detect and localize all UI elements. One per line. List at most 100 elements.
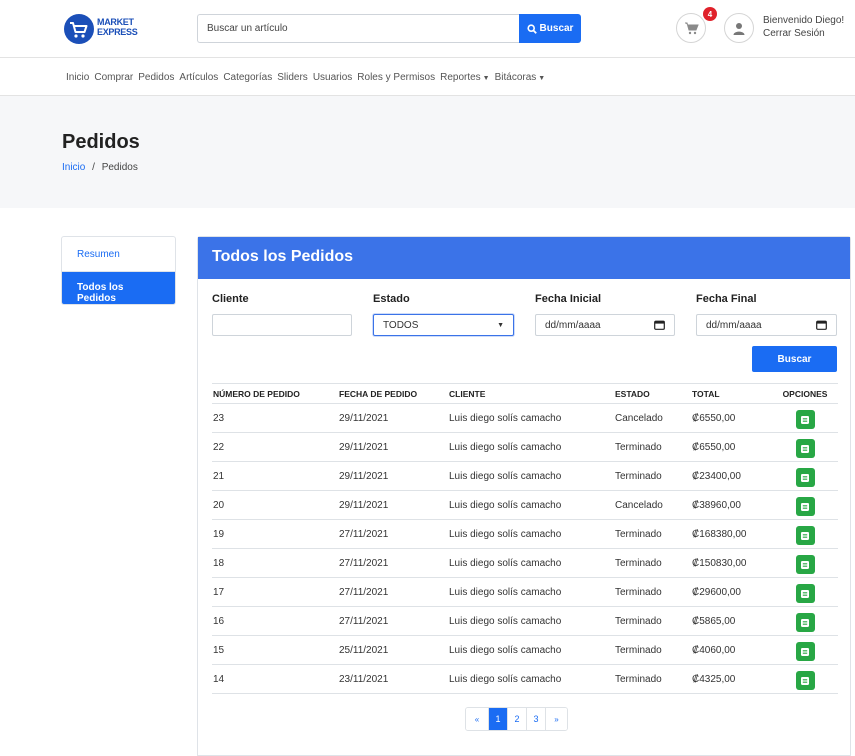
- avatar[interactable]: [724, 13, 754, 43]
- pagination-page-2[interactable]: 2: [507, 708, 526, 730]
- fecha-inicial-placeholder: dd/mm/aaaa: [545, 319, 601, 331]
- order-options: [771, 519, 838, 549]
- order-status: Terminado: [614, 548, 691, 578]
- order-date: 27/11/2021: [338, 548, 448, 578]
- order-date: 27/11/2021: [338, 577, 448, 607]
- order-status: Terminado: [614, 461, 691, 491]
- pagination-page-1[interactable]: 1: [488, 708, 507, 730]
- nav-item-usuarios[interactable]: Usuarios: [313, 72, 352, 83]
- order-client: Luis diego solís camacho: [448, 577, 614, 607]
- order-number: 21: [212, 461, 338, 491]
- order-client: Luis diego solís camacho: [448, 432, 614, 462]
- nav-item-reportes[interactable]: Reportes ▼: [440, 72, 490, 83]
- order-options: [771, 606, 838, 636]
- table-row: 17 27/11/2021 Luis diego solís camacho Term…: [212, 577, 838, 607]
- nav-item-pedidos[interactable]: Pedidos: [138, 72, 174, 83]
- order-detail-button[interactable]: [795, 613, 815, 632]
- pagination: « 1 2 3 »: [465, 707, 568, 731]
- order-total: ₡6550,00: [691, 432, 771, 462]
- estado-select[interactable]: TODOS ▼: [373, 314, 514, 336]
- order-total: ₡4060,00: [691, 635, 771, 665]
- order-detail-button[interactable]: [795, 410, 815, 429]
- search-icon: [526, 23, 537, 34]
- order-number: 17: [212, 577, 338, 607]
- col-estado[interactable]: ESTADO: [614, 383, 691, 404]
- nav-item-roles[interactable]: Roles y Permisos: [357, 72, 435, 83]
- order-detail-button[interactable]: [795, 468, 815, 487]
- order-total: ₡29600,00: [691, 577, 771, 607]
- table-row: 14 23/11/2021 Luis diego solís camacho Term…: [212, 664, 838, 694]
- order-detail-button[interactable]: [795, 526, 815, 545]
- calendar-icon[interactable]: [816, 320, 827, 330]
- nav-item-inicio[interactable]: Inicio: [66, 72, 89, 83]
- cliente-input[interactable]: [212, 314, 352, 336]
- order-options: [771, 664, 838, 694]
- nav-item-articulos[interactable]: Artículos: [179, 72, 218, 83]
- order-detail-button[interactable]: [795, 555, 815, 574]
- col-fecha-pedido[interactable]: FECHA DE PEDIDO: [338, 383, 448, 404]
- col-opciones: OPCIONES: [771, 383, 838, 404]
- order-status: Cancelado: [614, 490, 691, 520]
- sidebar-item-todos-pedidos[interactable]: Todos los Pedidos: [62, 271, 175, 304]
- order-options: [771, 635, 838, 665]
- nav-item-sliders[interactable]: Sliders: [277, 72, 308, 83]
- fecha-final-input[interactable]: dd/mm/aaaa: [696, 314, 837, 336]
- order-total: ₡6550,00: [691, 403, 771, 433]
- document-icon: [801, 589, 809, 598]
- nav-item-bitacoras[interactable]: Bitácoras ▼: [495, 72, 546, 83]
- order-client: Luis diego solís camacho: [448, 519, 614, 549]
- document-icon: [801, 618, 809, 627]
- brand-line2: EXPRESS: [97, 27, 138, 37]
- calendar-icon[interactable]: [654, 320, 665, 330]
- order-total: ₡4325,00: [691, 664, 771, 694]
- order-detail-button[interactable]: [795, 584, 815, 603]
- order-status: Terminado: [614, 635, 691, 665]
- col-total[interactable]: TOTAL: [691, 383, 771, 404]
- table-row: 15 25/11/2021 Luis diego solís camacho Term…: [212, 635, 838, 665]
- order-client: Luis diego solís camacho: [448, 548, 614, 578]
- order-total: ₡38960,00: [691, 490, 771, 520]
- document-icon: [801, 415, 809, 424]
- order-detail-button[interactable]: [795, 642, 815, 661]
- search-button[interactable]: Buscar: [519, 14, 581, 43]
- search-input[interactable]: [197, 14, 519, 43]
- sidebar-item-resumen[interactable]: Resumen: [62, 237, 175, 271]
- table-header-row: NÚMERO DE PEDIDO FECHA DE PEDIDO CLIENTE…: [212, 383, 838, 404]
- order-client: Luis diego solís camacho: [448, 606, 614, 636]
- header: MARKET EXPRESS Buscar 4 Bienvenido Diego…: [0, 0, 855, 58]
- brand-name: MARKET EXPRESS: [97, 17, 138, 37]
- pagination-next[interactable]: »: [545, 708, 567, 730]
- order-detail-button[interactable]: [795, 497, 815, 516]
- cart-icon: [684, 22, 699, 35]
- nav-item-comprar[interactable]: Comprar: [94, 72, 133, 83]
- brand-logo[interactable]: MARKET EXPRESS: [63, 11, 143, 47]
- fecha-final-placeholder: dd/mm/aaaa: [706, 319, 762, 331]
- order-detail-button[interactable]: [795, 671, 815, 690]
- cart-button[interactable]: [676, 13, 706, 43]
- order-number: 19: [212, 519, 338, 549]
- pagination-prev[interactable]: «: [466, 708, 488, 730]
- document-icon: [801, 531, 809, 540]
- nav-item-categorias[interactable]: Categorías: [223, 72, 272, 83]
- pagination-page-3[interactable]: 3: [526, 708, 545, 730]
- caret-down-icon: ▼: [482, 75, 490, 82]
- breadcrumb-home[interactable]: Inicio: [62, 162, 85, 173]
- logout-link[interactable]: Cerrar Sesión: [763, 28, 825, 40]
- col-cliente[interactable]: CLIENTE: [448, 383, 614, 404]
- order-status: Cancelado: [614, 403, 691, 433]
- col-numero-pedido[interactable]: NÚMERO DE PEDIDO: [212, 383, 338, 404]
- document-icon: [801, 473, 809, 482]
- filter-search-button[interactable]: Buscar: [752, 346, 837, 372]
- order-detail-button[interactable]: [795, 439, 815, 458]
- order-total: ₡150830,00: [691, 548, 771, 578]
- order-status: Terminado: [614, 606, 691, 636]
- order-total: ₡168380,00: [691, 519, 771, 549]
- order-number: 16: [212, 606, 338, 636]
- search-bar: Buscar: [197, 14, 581, 43]
- nav-item-bitacoras-label: Bitácoras: [494, 72, 537, 83]
- cart-logo-icon: [64, 14, 94, 44]
- estado-selected-value: TODOS: [383, 319, 419, 331]
- order-date: 29/11/2021: [338, 490, 448, 520]
- fecha-inicial-input[interactable]: dd/mm/aaaa: [535, 314, 675, 336]
- user-icon: [733, 22, 745, 35]
